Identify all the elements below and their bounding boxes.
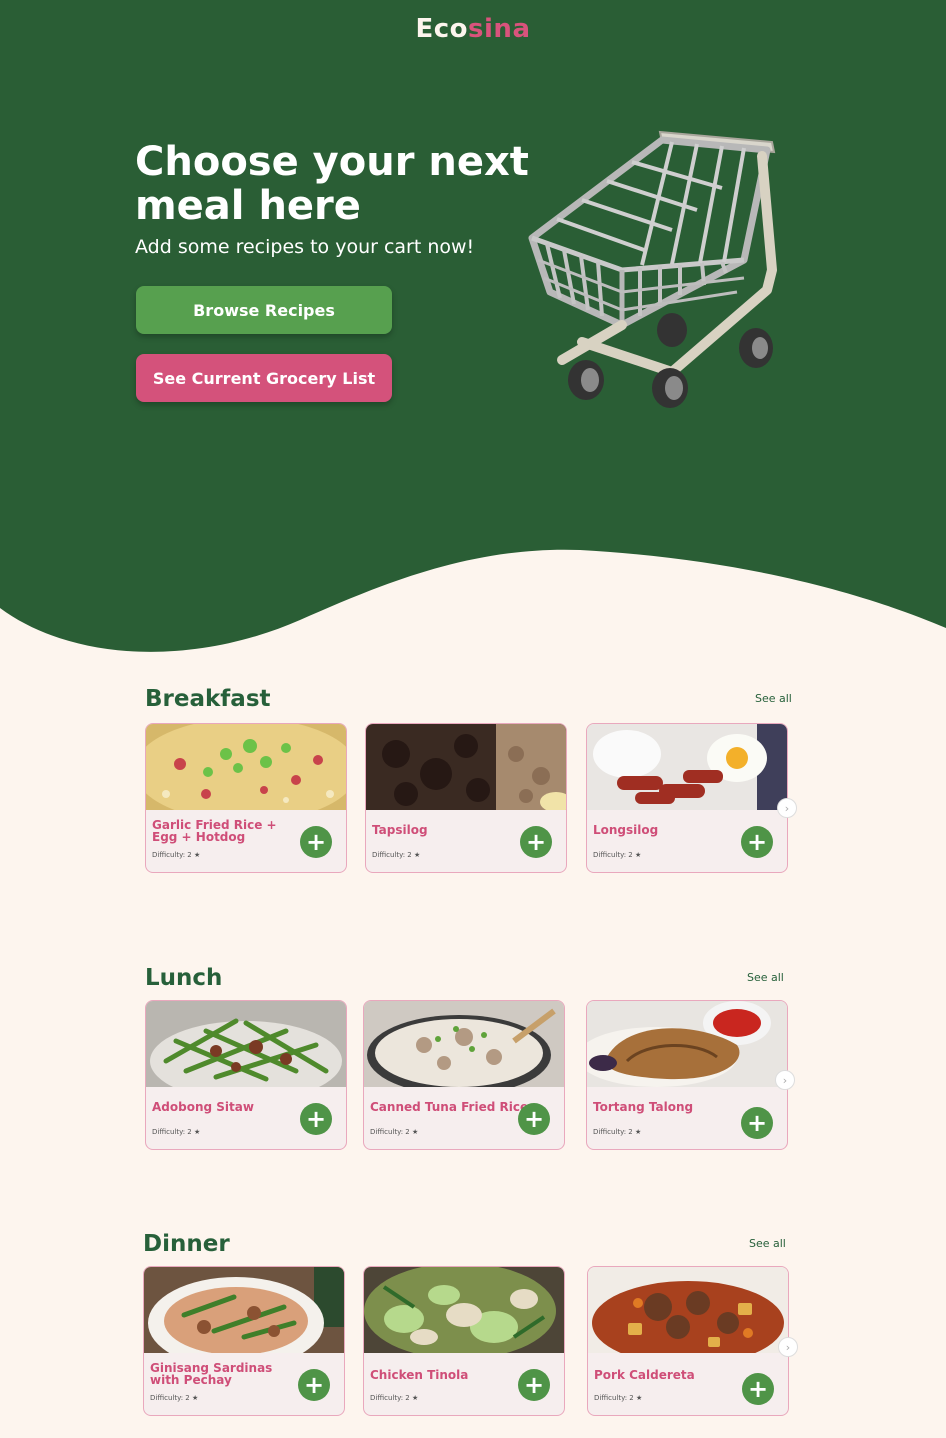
plus-icon: +	[747, 1375, 769, 1403]
recipe-card[interactable]: Adobong Sitaw Difficulty: 2 ★ +	[145, 1000, 347, 1150]
plus-icon: +	[525, 828, 547, 856]
plus-icon: +	[305, 828, 327, 856]
recipe-name: Tortang Talong	[593, 1100, 694, 1114]
hero-subtitle: Add some recipes to your cart now!	[135, 236, 475, 258]
recipe-card[interactable]: Tortang Talong Difficulty: 2 ★ +	[586, 1000, 788, 1150]
recipe-image	[144, 1267, 344, 1353]
chevron-right-icon: ›	[785, 1340, 791, 1354]
recipe-card[interactable]: Garlic Fried Rice + Egg + Hotdog Difficu…	[145, 723, 347, 873]
recipe-difficulty: Difficulty: 2 ★	[152, 1128, 201, 1136]
recipe-card[interactable]: Ginisang Sardinas with Pechay Difficulty…	[143, 1266, 345, 1416]
see-all-link[interactable]: See all	[755, 692, 792, 705]
recipe-image	[146, 1001, 346, 1087]
recipe-difficulty: Difficulty: 2 ★	[593, 1128, 642, 1136]
chevron-right-icon: ›	[782, 1073, 788, 1087]
plus-icon: +	[303, 1371, 325, 1399]
add-to-cart-button[interactable]: +	[518, 1369, 550, 1401]
recipe-name: Longsilog	[593, 823, 659, 837]
recipe-image	[588, 1267, 788, 1353]
plus-icon: +	[523, 1371, 545, 1399]
recipe-card[interactable]: Pork Caldereta Difficulty: 2 ★ +	[587, 1266, 789, 1416]
add-to-cart-button[interactable]: +	[741, 1107, 773, 1139]
recipe-image	[364, 1267, 564, 1353]
add-to-cart-button[interactable]: +	[300, 1103, 332, 1135]
recipe-image	[587, 724, 787, 810]
plus-icon: +	[523, 1105, 545, 1133]
add-to-cart-button[interactable]: +	[741, 826, 773, 858]
recipe-difficulty: Difficulty: 2 ★	[594, 1394, 643, 1402]
see-all-link[interactable]: See all	[747, 971, 784, 984]
hero-title: Choose your next meal here	[135, 140, 555, 228]
carousel-next-button[interactable]: ›	[775, 1070, 795, 1090]
carousel-next-button[interactable]: ›	[778, 1337, 798, 1357]
recipe-name: Adobong Sitaw	[152, 1100, 254, 1114]
hero-title-line1: Choose your next	[135, 139, 529, 185]
recipe-difficulty: Difficulty: 2 ★	[593, 851, 642, 859]
see-all-link[interactable]: See all	[749, 1237, 786, 1250]
add-to-cart-button[interactable]: +	[742, 1373, 774, 1405]
see-grocery-list-button[interactable]: See Current Grocery List	[136, 354, 392, 402]
carousel-next-button[interactable]: ›	[777, 798, 797, 818]
recipe-name: Ginisang Sardinas with Pechay	[150, 1361, 273, 1387]
recipe-image	[364, 1001, 564, 1087]
recipe-difficulty: Difficulty: 2 ★	[370, 1128, 419, 1136]
recipe-name: Tapsilog	[372, 823, 428, 837]
recipe-name: Canned Tuna Fried Rice	[370, 1100, 529, 1114]
recipe-image	[366, 724, 566, 810]
logo-part-eco: Eco	[415, 14, 469, 44]
recipe-difficulty: Difficulty: 2 ★	[150, 1394, 199, 1402]
recipe-card[interactable]: Longsilog Difficulty: 2 ★ +	[586, 723, 788, 873]
recipe-name: Garlic Fried Rice + Egg + Hotdog	[152, 818, 277, 844]
logo-part-sina: sina	[468, 14, 531, 44]
recipe-difficulty: Difficulty: 2 ★	[372, 851, 421, 859]
recipe-card[interactable]: Tapsilog Difficulty: 2 ★ +	[365, 723, 567, 873]
section-title: Lunch	[145, 965, 223, 991]
section-title: Dinner	[143, 1231, 230, 1257]
hero-title-line2: meal here	[135, 183, 361, 229]
recipe-image	[146, 724, 346, 810]
recipe-name: Chicken Tinola	[370, 1368, 469, 1382]
recipe-card[interactable]: Canned Tuna Fried Rice Difficulty: 2 ★ +	[363, 1000, 565, 1150]
plus-icon: +	[746, 1109, 768, 1137]
recipe-difficulty: Difficulty: 2 ★	[152, 851, 201, 859]
plus-icon: +	[746, 828, 768, 856]
recipe-image	[587, 1001, 787, 1087]
recipe-card[interactable]: Chicken Tinola Difficulty: 2 ★ +	[363, 1266, 565, 1416]
brand-logo[interactable]: Ecosina	[0, 14, 946, 44]
add-to-cart-button[interactable]: +	[518, 1103, 550, 1135]
add-to-cart-button[interactable]: +	[300, 826, 332, 858]
section-title: Breakfast	[145, 686, 271, 712]
browse-recipes-button[interactable]: Browse Recipes	[136, 286, 392, 334]
recipe-name: Pork Caldereta	[594, 1368, 695, 1382]
chevron-right-icon: ›	[784, 801, 790, 815]
hero-section: Ecosina Choose your next meal here Add s…	[0, 0, 946, 660]
plus-icon: +	[305, 1105, 327, 1133]
recipe-difficulty: Difficulty: 2 ★	[370, 1394, 419, 1402]
add-to-cart-button[interactable]: +	[298, 1369, 330, 1401]
shopping-cart-icon	[528, 130, 777, 408]
add-to-cart-button[interactable]: +	[520, 826, 552, 858]
